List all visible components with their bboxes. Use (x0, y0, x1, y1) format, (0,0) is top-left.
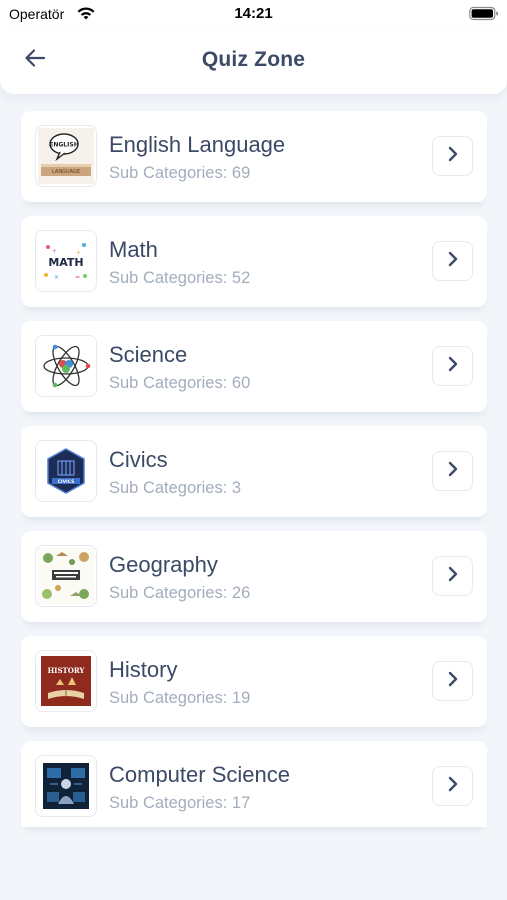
category-subcount: Sub Categories: 17 (109, 794, 251, 812)
category-subcount: Sub Categories: 69 (109, 164, 251, 182)
chevron-right-icon (446, 670, 460, 693)
category-subcount: Sub Categories: 19 (109, 689, 251, 707)
svg-text:+: + (52, 248, 57, 255)
category-card-english-language[interactable]: ENGLISH LANGUAGE English Language Sub Ca… (21, 111, 487, 202)
open-category-button[interactable] (432, 346, 473, 386)
battery-icon (469, 6, 499, 21)
math-thumbnail: + ÷ × = MATH (35, 230, 97, 292)
app-header: Quiz Zone (0, 30, 507, 94)
svg-text:×: × (54, 274, 59, 281)
category-card-geography[interactable]: Geography Sub Categories: 26 (21, 531, 487, 622)
chevron-right-icon (446, 460, 460, 483)
category-title: Geography (109, 552, 218, 577)
open-category-button[interactable] (432, 556, 473, 596)
chevron-right-icon (446, 775, 460, 798)
category-card-history[interactable]: HISTORY History Sub Categories: 19 (21, 636, 487, 727)
open-category-button[interactable] (432, 136, 473, 176)
atom-icon (35, 335, 97, 397)
clock: 14:21 (234, 5, 273, 22)
status-bar: Operatör 14:21 (0, 0, 507, 30)
math-thumb-text: MATH (48, 256, 83, 269)
category-title: English Language (109, 132, 286, 157)
category-card-civics[interactable]: CIVICS Civics Sub Categories: 3 (21, 426, 487, 517)
history-thumb-text: HISTORY (48, 666, 86, 675)
open-category-button[interactable] (432, 451, 473, 491)
category-title: Science (109, 342, 188, 367)
english-thumb-text: ENGLISH (49, 142, 78, 149)
computer-science-thumbnail (35, 755, 97, 817)
category-card-math[interactable]: + ÷ × = MATH Math Sub Categories: 52 (21, 216, 487, 307)
category-title: History (109, 657, 178, 682)
category-title: Computer Science (109, 762, 290, 787)
chevron-right-icon (446, 355, 460, 378)
history-thumbnail: HISTORY (35, 650, 97, 712)
category-subcount: Sub Categories: 52 (109, 269, 251, 287)
svg-text:=: = (75, 274, 80, 281)
category-title: Civics (109, 447, 168, 472)
open-category-button[interactable] (432, 766, 473, 806)
open-category-button[interactable] (432, 661, 473, 701)
english-language-thumbnail: ENGLISH LANGUAGE (35, 125, 97, 187)
category-subcount: Sub Categories: 26 (109, 584, 251, 602)
chevron-right-icon (446, 145, 460, 168)
category-card-science[interactable]: Science Sub Categories: 60 (21, 321, 487, 412)
category-title: Math (109, 237, 158, 262)
geography-thumbnail (35, 545, 97, 607)
civics-thumb-text: CIVICS (58, 479, 75, 485)
open-category-button[interactable] (432, 241, 473, 281)
english-thumb-subtext: LANGUAGE (52, 169, 80, 175)
chevron-right-icon (446, 250, 460, 273)
category-subcount: Sub Categories: 3 (109, 479, 242, 497)
page-title: Quiz Zone (201, 48, 306, 71)
category-subcount: Sub Categories: 60 (109, 374, 251, 392)
category-card-computer-science[interactable]: Computer Science Sub Categories: 17 (21, 741, 487, 827)
civics-thumbnail: CIVICS (35, 440, 97, 502)
category-list: ENGLISH LANGUAGE English Language Sub Ca… (21, 111, 487, 841)
chevron-right-icon (446, 565, 460, 588)
